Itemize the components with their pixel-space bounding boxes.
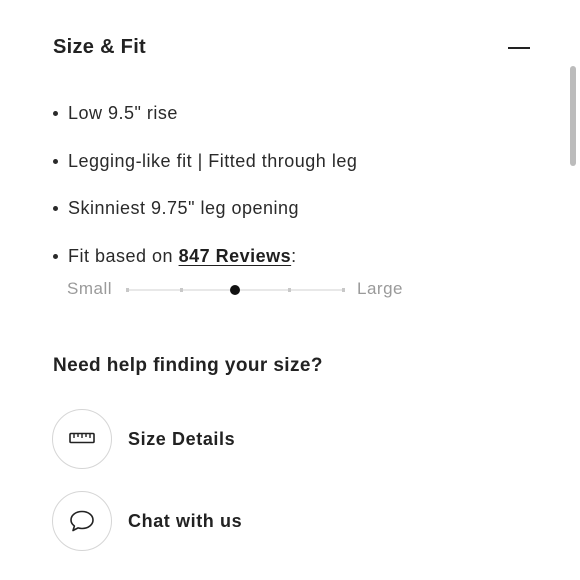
fit-scale-tick [179, 288, 183, 292]
list-item: Low 9.5" rise [53, 100, 357, 148]
fit-scale-tick [125, 288, 129, 292]
size-details-button[interactable]: Size Details [52, 409, 352, 469]
fit-scale-tick [341, 288, 345, 292]
bullet-icon [53, 206, 58, 211]
chat-bubble-icon [70, 510, 94, 532]
fit-reviews-suffix: : [291, 245, 297, 266]
bullet-icon [53, 253, 58, 259]
fit-scale-max-label: Large [357, 279, 403, 298]
bullet-icon [53, 111, 58, 116]
chat-icon-circle [52, 491, 112, 551]
collapse-button[interactable] [508, 44, 530, 56]
fit-scale: Small Large [67, 279, 427, 301]
fit-scale-marker [230, 285, 240, 295]
list-item: Skinniest 9.75" leg opening [53, 195, 357, 243]
fit-detail-text: Legging-like fit | Fitted through leg [68, 150, 358, 171]
reviews-link[interactable]: 847 Reviews [179, 246, 292, 266]
fit-details-list: Low 9.5" rise Legging-like fit | Fitted … [53, 100, 357, 290]
chat-with-us-button[interactable]: Chat with us [52, 491, 352, 551]
section-title: Size & Fit [53, 36, 147, 58]
chat-with-us-label: Chat with us [128, 511, 243, 531]
fit-detail-text: Low 9.5" rise [68, 103, 178, 123]
fit-scale-track [125, 285, 345, 295]
fit-scale-tick [287, 288, 291, 292]
scrollbar-thumb[interactable] [570, 66, 576, 166]
size-details-label: Size Details [128, 429, 236, 449]
size-fit-panel: Size & Fit Low 9.5" rise Legging-like fi… [0, 0, 580, 580]
size-details-icon-circle [52, 409, 112, 469]
fit-reviews-prefix: Fit based on [68, 245, 179, 266]
minus-icon [508, 47, 530, 49]
help-title: Need help finding your size? [53, 355, 323, 376]
bullet-icon [53, 158, 58, 164]
fit-detail-text: Skinniest 9.75" leg opening [68, 198, 300, 218]
fit-scale-min-label: Small [67, 279, 113, 298]
ruler-icon [69, 432, 95, 444]
list-item: Legging-like fit | Fitted through leg [53, 148, 357, 196]
